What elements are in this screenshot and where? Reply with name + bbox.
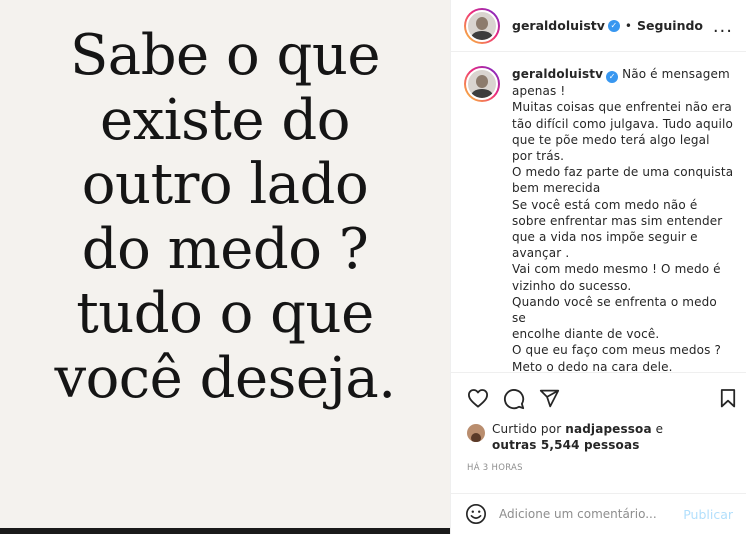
quote-text: Sabe o que existe do outro lado do medo …	[0, 23, 450, 411]
emoji-icon[interactable]	[465, 503, 487, 525]
quote-line: tudo o que	[76, 281, 374, 346]
caption-line: O que eu faço com meus medos ?	[512, 343, 721, 358]
caption-first-line: geraldoluistv ✓ Não é mensagem	[512, 67, 730, 84]
comment-icon[interactable]	[503, 388, 525, 410]
share-icon[interactable]	[539, 388, 560, 409]
caption-line: Quando você se enfrenta o medo se	[512, 294, 717, 325]
caption-line: encolhe diante de você.	[512, 327, 660, 342]
verified-badge-icon: ✓	[607, 19, 620, 32]
quote-line: do medo ?	[81, 216, 369, 282]
caption-line: bem merecida	[512, 181, 601, 196]
caption-story-ring[interactable]	[464, 66, 500, 102]
caption-line: Muitas coisas que enfrentei não era	[512, 100, 732, 115]
caption-line: apenas !	[512, 84, 566, 99]
liker-avatar[interactable]	[467, 424, 485, 442]
publish-button[interactable]: Publicar	[683, 507, 733, 522]
comments-area[interactable]: geraldoluistv ✓ Não é mensagem apenas ! M…	[451, 52, 746, 372]
post-image[interactable]: Sabe o que existe do outro lado do medo …	[0, 0, 450, 534]
caption-line: tão difícil como julgava. Tudo aquilo	[512, 116, 733, 131]
post-timestamp[interactable]: HÁ 3 HORAS	[467, 463, 523, 473]
caption-line: que te põe medo terá algo legal	[512, 132, 710, 147]
caption-line: Meto o dedo na cara dele.	[512, 359, 673, 372]
bookmark-icon[interactable]	[720, 388, 736, 408]
follow-status-button[interactable]: Seguindo	[637, 18, 703, 33]
dot-separator: •	[624, 18, 632, 33]
story-ring[interactable]	[464, 7, 500, 44]
action-bar	[451, 372, 746, 422]
avatar[interactable]	[466, 9, 498, 42]
caption-line: vizinho do sucesso.	[512, 278, 632, 293]
caption: geraldoluistv ✓ Não é mensagem apenas ! M…	[464, 66, 734, 372]
heart-icon[interactable]	[467, 388, 489, 408]
caption-username[interactable]: geraldoluistv	[512, 67, 603, 81]
more-options-icon[interactable]: ...	[713, 16, 733, 37]
likes-summary: Curtido por nadjapessoa e outras 5,544 p…	[467, 422, 737, 453]
likes-others-link[interactable]: outras 5,544 pessoas	[492, 438, 640, 452]
quote-line: Sabe o que	[69, 23, 381, 88]
caption-line: Não é mensagem	[622, 67, 730, 81]
caption-line: que a vida nos impõe seguir e	[512, 229, 698, 244]
likes-prefix: Curtido por	[492, 422, 566, 436]
quote-line: outro lado	[81, 152, 369, 217]
comment-box: Publicar	[451, 493, 746, 534]
caption-line: sobre enfrentar mas sim entender	[512, 213, 723, 228]
caption-line: avançar .	[512, 246, 570, 261]
image-bottom-edge	[0, 528, 450, 534]
caption-line: Vai com medo mesmo ! O medo é	[512, 262, 721, 277]
quote-line: você deseja.	[54, 345, 396, 411]
caption-line: Se você está com medo não é	[512, 197, 698, 212]
liker-username[interactable]: nadjapessoa	[565, 422, 651, 436]
likes-connector: e	[651, 422, 664, 436]
caption-line: O medo faz parte de uma conquista	[512, 165, 734, 180]
header-username[interactable]: geraldoluistv	[512, 18, 605, 33]
quote-line: existe do	[100, 87, 350, 153]
verified-badge-icon: ✓	[606, 71, 619, 84]
caption-line: por trás.	[512, 148, 565, 163]
likes-text: Curtido por nadjapessoa e outras 5,544 p…	[492, 422, 663, 453]
caption-avatar[interactable]	[466, 68, 498, 100]
post-side-panel: geraldoluistv ✓ • Seguindo ... geraldolu…	[450, 0, 746, 534]
caption-text: geraldoluistv ✓ Não é mensagem apenas ! M…	[512, 66, 734, 372]
post-header: geraldoluistv ✓ • Seguindo ...	[451, 0, 746, 52]
comment-input[interactable]	[499, 507, 669, 521]
